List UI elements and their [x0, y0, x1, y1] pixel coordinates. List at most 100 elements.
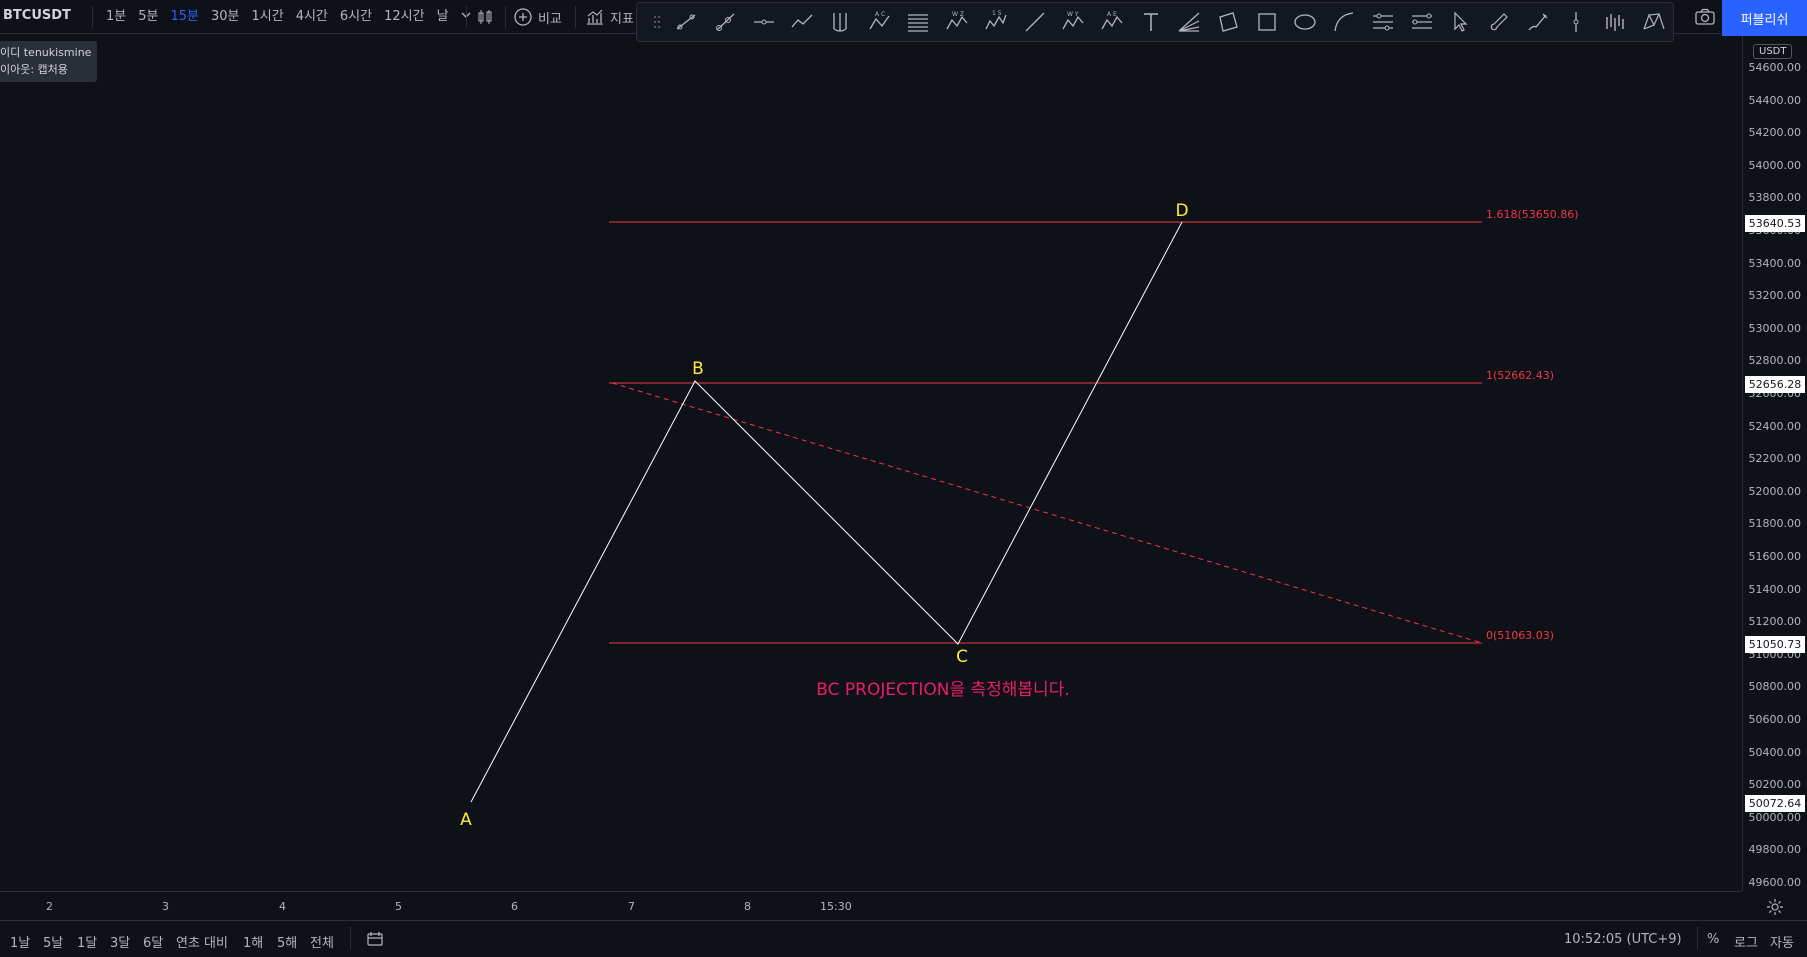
range-5y[interactable]: 5해 [277, 932, 297, 951]
timeframe-1m[interactable]: 1분 [100, 0, 132, 34]
timeframe-day[interactable]: 날 [431, 0, 455, 34]
highlighter-tool-icon[interactable] [1518, 4, 1557, 40]
elliott-combo-tool-icon[interactable]: W Y [1054, 4, 1093, 40]
compare-label: 비교 [538, 11, 562, 27]
chart-canvas[interactable]: A B C D 1.618(53650.86) 1(52662.43) 0(51… [0, 36, 1742, 891]
vertical-line-tool-icon[interactable] [1557, 4, 1596, 40]
timeframe-12h[interactable]: 12시간 [378, 0, 430, 34]
price-tick: 53400.00 [1748, 256, 1802, 270]
range-1y[interactable]: 1해 [243, 932, 263, 951]
time-tick: 15:30 [820, 900, 852, 913]
range-1m[interactable]: 1달 [77, 932, 97, 951]
price-tick: 51800.00 [1748, 517, 1802, 531]
indicators-button[interactable]: 지표 [585, 0, 634, 34]
price-tick: 52200.00 [1748, 452, 1802, 466]
price-tick: 54200.00 [1748, 126, 1802, 140]
price-tick: 51200.00 [1748, 615, 1802, 629]
timeframe-5m[interactable]: 5분 [132, 0, 164, 34]
timeframe-6h[interactable]: 6시간 [334, 0, 378, 34]
candlestick-icon [478, 10, 492, 24]
go-to-date-calendar-icon[interactable] [366, 930, 384, 952]
elliott-impulse-tool-icon[interactable]: 1 5 [976, 4, 1015, 40]
price-tick: 53000.00 [1748, 321, 1802, 335]
time-axis[interactable]: 2 3 4 5 6 7 8 15:30 [0, 891, 1742, 919]
clock-timezone[interactable]: 10:52:05 (UTC+9) [1564, 932, 1682, 947]
toolbar-divider [575, 6, 576, 28]
time-tick: 2 [46, 900, 53, 913]
chart-settings-gear-icon[interactable] [1765, 897, 1785, 917]
svg-text:W Y: W Y [1067, 11, 1079, 18]
cursor-arrow-icon[interactable] [1441, 4, 1480, 40]
rectangle-tool-icon[interactable] [1247, 4, 1286, 40]
toolbar-divider [505, 6, 506, 28]
gann-box-tool-icon[interactable] [1209, 4, 1248, 40]
abcd-pattern-tool-icon[interactable]: A C [860, 4, 899, 40]
range-6m[interactable]: 6달 [143, 932, 163, 951]
bars-pattern-tool-icon[interactable] [1596, 4, 1635, 40]
ray-tool-icon[interactable] [706, 4, 745, 40]
toolbar-divider [466, 6, 467, 28]
indicators-label: 지표 [610, 11, 634, 27]
publish-button[interactable]: 퍼블리쉬 [1722, 0, 1807, 36]
price-scale[interactable]: USDT 54600.00 54400.00 54200.00 54000.00 538… [1742, 36, 1807, 891]
range-1d[interactable]: 1날 [10, 932, 30, 951]
horizontal-line-tool-icon[interactable] [744, 4, 783, 40]
price-tick: 53800.00 [1748, 191, 1802, 205]
price-tick: 54400.00 [1748, 93, 1802, 107]
annotation-text[interactable]: BC PROJECTION을 측정해봅니다. [816, 680, 1070, 700]
parallel-channel-tool-icon[interactable] [1364, 4, 1403, 40]
trend-line-tool-icon[interactable] [667, 4, 706, 40]
timeframe-4h[interactable]: 4시간 [290, 0, 334, 34]
indicators-icon [587, 9, 603, 25]
price-tick: 50200.00 [1748, 778, 1802, 792]
chart-type-button[interactable] [475, 0, 495, 34]
drag-handle-icon[interactable] [647, 4, 667, 40]
log-scale-toggle[interactable]: 로그 [1734, 932, 1758, 951]
svg-text:1 5: 1 5 [992, 10, 1002, 17]
bottom-toolbar: 1날 5날 1달 3달 6달 연초 대비 1해 5해 전체 10:52:05 (… [0, 920, 1807, 957]
auto-scale-toggle[interactable]: 자동 [1770, 932, 1794, 951]
svg-text:A E: A E [1107, 11, 1117, 18]
price-tick: 54000.00 [1748, 158, 1802, 172]
arc-tool-icon[interactable] [1325, 4, 1364, 40]
brush-tool-icon[interactable] [1480, 4, 1519, 40]
range-5d[interactable]: 5날 [43, 932, 63, 951]
compare-button[interactable]: 비교 [513, 0, 562, 34]
line-tool-icon[interactable] [1015, 4, 1054, 40]
price-tick: 52400.00 [1748, 419, 1802, 433]
price-tick: 52800.00 [1748, 354, 1802, 368]
symbol-search[interactable]: BTCUSDT [3, 8, 71, 23]
price-tick: 49600.00 [1748, 876, 1802, 889]
currency-badge[interactable]: USDT [1753, 44, 1793, 59]
price-tick: 49800.00 [1748, 843, 1802, 857]
snapshot-button[interactable] [1690, 4, 1720, 30]
point-label-c: C [956, 647, 968, 667]
elliott-triangle-tool-icon[interactable]: A E [1093, 4, 1132, 40]
price-range-tool-icon[interactable] [1402, 4, 1441, 40]
elliott-wxy-tool-icon[interactable]: W Z [938, 4, 977, 40]
timeframe-15m[interactable]: 15분 [164, 0, 205, 34]
abcd-pattern-path[interactable] [470, 221, 1183, 803]
ellipse-tool-icon[interactable] [1286, 4, 1325, 40]
pitchfork-tool-icon[interactable] [822, 4, 861, 40]
range-all[interactable]: 전체 [310, 932, 334, 951]
dashed-trend-line[interactable] [611, 382, 1483, 644]
xabcd-pattern-tool-icon[interactable] [1634, 4, 1673, 40]
toolbar-divider [1697, 927, 1698, 949]
price-tick: 51600.00 [1748, 550, 1802, 563]
percent-scale-toggle[interactable]: % [1707, 932, 1719, 947]
range-ytd[interactable]: 연초 대비 [176, 932, 228, 951]
range-3m[interactable]: 3달 [110, 932, 130, 951]
camera-icon [1695, 8, 1715, 25]
text-tool-icon[interactable] [1131, 4, 1170, 40]
level-label-0: 0(51063.03) [1486, 629, 1554, 642]
price-label-1: 52656.28 [1745, 376, 1805, 393]
price-tick: 53200.00 [1748, 289, 1802, 303]
fib-retracement-tool-icon[interactable] [899, 4, 938, 40]
timeframe-30m[interactable]: 30분 [205, 0, 246, 34]
polyline-tool-icon[interactable] [783, 4, 822, 40]
fib-fan-tool-icon[interactable] [1170, 4, 1209, 40]
timeframe-1h[interactable]: 1시간 [246, 0, 290, 34]
time-tick: 6 [511, 900, 518, 913]
time-tick: 8 [744, 900, 751, 913]
